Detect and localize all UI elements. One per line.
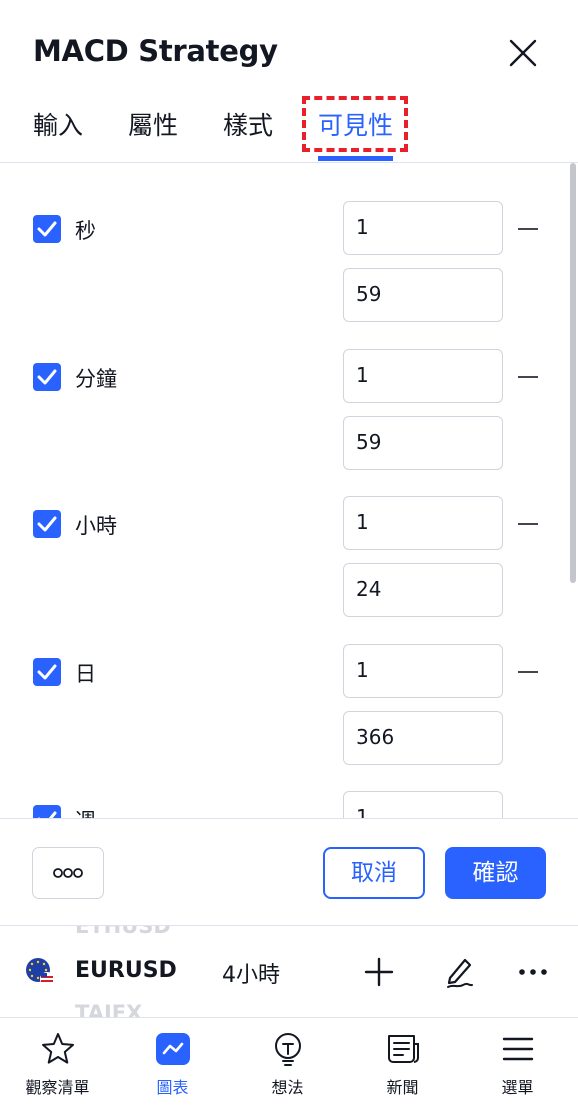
scrollbar[interactable] <box>570 163 576 583</box>
drawing-tools-button[interactable] <box>438 952 478 992</box>
dialog-title: MACD Strategy <box>33 34 278 68</box>
tab-properties[interactable]: 屬性 <box>128 106 178 142</box>
checkmark-icon <box>37 369 57 385</box>
chart-icon <box>156 1033 190 1065</box>
menu-icon <box>502 1037 534 1061</box>
symbol-name[interactable]: EURUSD <box>75 958 177 983</box>
star-icon <box>42 1033 74 1064</box>
hours-to-input[interactable] <box>344 564 486 614</box>
days-to-input[interactable] <box>344 712 486 762</box>
ghost-symbol-above: ETHUSD <box>75 925 171 938</box>
minutes-to-field[interactable] <box>343 416 503 470</box>
symbol-toolbar: ETHUSD TAIEX EURUSD 4小時 <box>0 925 578 1018</box>
minutes-to-input[interactable] <box>344 417 486 467</box>
seconds-to-field[interactable] <box>343 268 503 322</box>
nav-ideas[interactable]: 想法 <box>230 1018 345 1106</box>
seconds-to-input[interactable] <box>344 269 486 319</box>
hours-from-field[interactable] <box>343 496 503 550</box>
seconds-from-input[interactable] <box>344 202 486 252</box>
interval-selector[interactable]: 4小時 <box>222 957 280 989</box>
row-label: 小時 <box>75 514 117 538</box>
visibility-settings: 秒 分鐘 小時 日 週 <box>0 163 578 818</box>
ghost-symbol-below: TAIEX <box>75 1001 143 1018</box>
nav-label: 選單 <box>501 1078 534 1097</box>
nav-chart[interactable]: 圖表 <box>115 1018 230 1106</box>
tab-style[interactable]: 樣式 <box>223 106 273 142</box>
checkmark-icon <box>37 221 57 237</box>
seconds-from-field[interactable] <box>343 201 503 255</box>
range-dash <box>518 376 538 378</box>
minutes-from-field[interactable] <box>343 349 503 403</box>
days-from-input[interactable] <box>344 645 486 695</box>
nav-label: 想法 <box>271 1078 304 1097</box>
checkmark-icon <box>37 516 57 532</box>
close-button[interactable] <box>500 30 546 76</box>
news-icon <box>388 1035 419 1063</box>
nav-label: 圖表 <box>156 1078 189 1097</box>
hours-from-input[interactable] <box>344 497 486 547</box>
nav-label: 新聞 <box>386 1078 419 1097</box>
row-label: 日 <box>75 662 96 686</box>
nav-menu[interactable]: 選單 <box>460 1018 575 1106</box>
checkmark-icon <box>37 664 57 680</box>
pen-icon <box>447 958 473 988</box>
range-dash <box>518 228 538 230</box>
plus-icon <box>364 957 394 987</box>
range-dash <box>518 523 538 525</box>
row-label: 秒 <box>75 219 96 243</box>
add-button[interactable] <box>359 952 399 992</box>
more-options-button[interactable] <box>32 847 104 899</box>
minutes-checkbox[interactable] <box>33 363 61 391</box>
active-tab-indicator <box>318 156 393 161</box>
weeks-from-input[interactable] <box>344 792 486 818</box>
row-label: 分鐘 <box>75 367 117 391</box>
nav-label: 觀察清單 <box>25 1078 90 1097</box>
cancel-button[interactable]: 取消 <box>323 847 425 899</box>
minutes-from-input[interactable] <box>344 350 486 400</box>
more-dots-icon <box>519 969 547 975</box>
currency-flag-icon[interactable] <box>25 957 55 987</box>
close-icon <box>509 39 537 67</box>
lightbulb-icon <box>275 1033 301 1066</box>
more-horizontal-icon <box>53 868 83 878</box>
seconds-checkbox[interactable] <box>33 215 61 243</box>
days-checkbox[interactable] <box>33 658 61 686</box>
weeks-from-field[interactable] <box>343 791 503 818</box>
checkmark-icon <box>37 811 57 818</box>
nav-watchlist[interactable]: 觀察清單 <box>0 1018 115 1106</box>
more-menu-button[interactable] <box>513 952 553 992</box>
days-from-field[interactable] <box>343 644 503 698</box>
highlight-annotation <box>302 96 408 152</box>
dialog-footer: 取消 確認 <box>0 818 578 925</box>
weeks-checkbox[interactable] <box>33 805 61 818</box>
range-dash <box>518 671 538 673</box>
tab-inputs[interactable]: 輸入 <box>33 106 83 142</box>
nav-news[interactable]: 新聞 <box>345 1018 460 1106</box>
hours-checkbox[interactable] <box>33 510 61 538</box>
hours-to-field[interactable] <box>343 563 503 617</box>
row-label: 週 <box>75 805 96 818</box>
days-to-field[interactable] <box>343 711 503 765</box>
tab-bar: 輸入 屬性 樣式 可見性 <box>0 100 578 163</box>
confirm-button[interactable]: 確認 <box>445 847 546 899</box>
bottom-navigation: 觀察清單 圖表 想法 新聞 選單 <box>0 1017 578 1106</box>
